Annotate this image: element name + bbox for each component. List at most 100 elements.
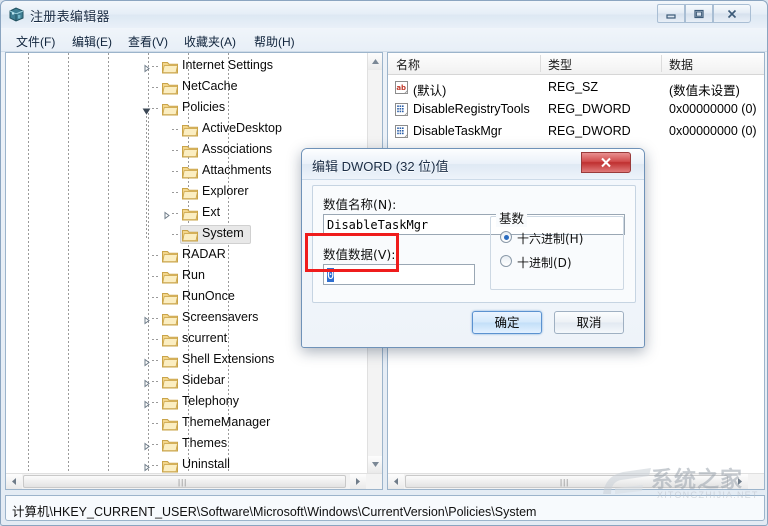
- tree-item-label: Telephony: [182, 394, 239, 408]
- folder-icon: [162, 375, 178, 389]
- registry-value-row[interactable]: DisableRegistryTools REG_DWORD 0x00000000 …: [388, 99, 764, 121]
- tree-item-netcache[interactable]: NetCache: [6, 77, 366, 98]
- column-header-name[interactable]: 名称: [396, 56, 420, 73]
- tree-item-label: Sidebar: [182, 373, 226, 387]
- expander-collapsed-icon[interactable]: [142, 314, 151, 325]
- tree-connector: [152, 402, 160, 403]
- cancel-button[interactable]: 取消: [554, 311, 624, 334]
- maximize-button[interactable]: [685, 4, 713, 23]
- dialog-title: 编辑 DWORD (32 位)值: [312, 159, 449, 174]
- expander-expanded-icon[interactable]: [142, 104, 151, 115]
- tree-item-label: Themes: [182, 436, 228, 450]
- expander-collapsed-icon[interactable]: [142, 461, 151, 472]
- tree-hscroll-thumb[interactable]: |||: [23, 475, 346, 488]
- folder-icon: [182, 123, 198, 137]
- tree-item-uninstall[interactable]: Uninstall: [6, 455, 366, 473]
- tree-item-label: RADAR: [182, 247, 226, 261]
- column-divider[interactable]: [661, 55, 662, 72]
- value-data: 0x00000000 (0): [669, 124, 757, 138]
- folder-icon: [162, 291, 178, 305]
- folder-icon: [162, 102, 178, 116]
- tree-horizontal-scrollbar[interactable]: |||: [6, 473, 382, 489]
- registry-value-row[interactable]: DisableTaskMgr REG_DWORD 0x00000000 (0): [388, 121, 764, 143]
- column-header-type[interactable]: 类型: [548, 56, 572, 73]
- column-header-data[interactable]: 数据: [669, 56, 693, 73]
- dword-value-icon: [394, 124, 409, 139]
- list-hscroll-thumb[interactable]: |||: [405, 475, 728, 488]
- scroll-right-arrow[interactable]: [350, 474, 366, 489]
- ok-button[interactable]: 确定: [472, 311, 542, 334]
- folder-icon: [162, 459, 178, 473]
- scroll-down-arrow[interactable]: [368, 456, 382, 473]
- value-name: DisableTaskMgr: [413, 124, 502, 138]
- tree-item-policies[interactable]: Policies: [6, 98, 366, 119]
- folder-icon: [182, 144, 198, 158]
- tree-connector: [172, 213, 180, 214]
- tree-connector: [152, 108, 160, 109]
- value-name-label: 数值名称(N):: [323, 197, 397, 212]
- tree-item-label: Policies: [182, 100, 226, 114]
- expander-collapsed-icon[interactable]: [162, 209, 171, 220]
- folder-icon: [162, 333, 178, 347]
- menu-view[interactable]: 查看(V): [123, 32, 173, 51]
- tree-item-themes[interactable]: Themes: [6, 434, 366, 455]
- radio-decimal-label: 十进制(D): [517, 256, 572, 270]
- tree-item-sidebar[interactable]: Sidebar: [6, 371, 366, 392]
- list-column-header: 名称 类型 数据: [388, 53, 764, 75]
- expander-collapsed-icon[interactable]: [142, 62, 151, 73]
- base-radio-group: [490, 216, 624, 290]
- tree-connector: [152, 255, 160, 256]
- string-value-icon: ab: [394, 80, 409, 95]
- registry-value-row[interactable]: ab (默认) REG_SZ (数值未设置): [388, 77, 764, 99]
- value-name: DisableRegistryTools: [413, 102, 530, 116]
- value-data-text: 0: [327, 268, 335, 282]
- dialog-close-button[interactable]: [581, 152, 631, 173]
- tree-item-telephony[interactable]: Telephony: [6, 392, 366, 413]
- close-button[interactable]: [713, 4, 751, 23]
- radio-hexadecimal-indicator: [500, 231, 512, 243]
- scroll-left-arrow[interactable]: [6, 474, 22, 489]
- tree-item-internet-settings[interactable]: Internet Settings: [6, 56, 366, 77]
- tree-item-label: Run: [182, 268, 205, 282]
- tree-item-label: NetCache: [182, 79, 238, 93]
- scroll-right-arrow[interactable]: [732, 474, 748, 489]
- tree-item-label: RunOnce: [182, 289, 235, 303]
- tree-connector: [172, 129, 180, 130]
- scroll-up-arrow[interactable]: [368, 53, 382, 70]
- folder-icon: [162, 270, 178, 284]
- tree-connector: [172, 192, 180, 193]
- tree-item-thememanager[interactable]: ThemeManager: [6, 413, 366, 434]
- menu-help[interactable]: 帮助(H): [249, 32, 300, 51]
- folder-icon: [182, 207, 198, 221]
- tree-item-label: Ext: [202, 205, 221, 219]
- tree-connector: [152, 339, 160, 340]
- folder-icon: [162, 312, 178, 326]
- svg-text:ab: ab: [396, 84, 406, 92]
- tree-item-label: Explorer: [202, 184, 249, 198]
- tree-item-label: Uninstall: [182, 457, 230, 471]
- radio-hexadecimal-label: 十六进制(H): [517, 232, 584, 246]
- folder-icon: [162, 60, 178, 74]
- registry-editor-window: 注册表编辑器 文件(F) 编辑(E) 查看(V) 收藏夹(A) 帮助(H) In…: [0, 0, 768, 526]
- tree-connector: [152, 381, 160, 382]
- folder-icon: [162, 81, 178, 95]
- value-type: REG_DWORD: [548, 102, 631, 116]
- menu-edit[interactable]: 编辑(E): [67, 32, 117, 51]
- expander-collapsed-icon[interactable]: [142, 356, 151, 367]
- list-horizontal-scrollbar[interactable]: |||: [388, 473, 764, 489]
- expander-collapsed-icon[interactable]: [142, 398, 151, 409]
- column-divider[interactable]: [540, 55, 541, 72]
- expander-collapsed-icon[interactable]: [142, 440, 151, 451]
- tree-connector: [152, 423, 160, 424]
- tree-item-label: Shell Extensions: [182, 352, 275, 366]
- tree-item-shell-extensions[interactable]: Shell Extensions: [6, 350, 366, 371]
- tree-connector: [172, 234, 180, 235]
- minimize-button[interactable]: [657, 4, 685, 23]
- menu-favorites[interactable]: 收藏夹(A): [179, 32, 241, 51]
- value-data-input[interactable]: 0: [323, 264, 475, 285]
- menu-file[interactable]: 文件(F): [11, 32, 60, 51]
- scroll-left-arrow[interactable]: [388, 474, 404, 489]
- expander-collapsed-icon[interactable]: [142, 377, 151, 388]
- tree-item-activedesktop[interactable]: ActiveDesktop: [6, 119, 366, 140]
- tree-item-label: Attachments: [202, 163, 272, 177]
